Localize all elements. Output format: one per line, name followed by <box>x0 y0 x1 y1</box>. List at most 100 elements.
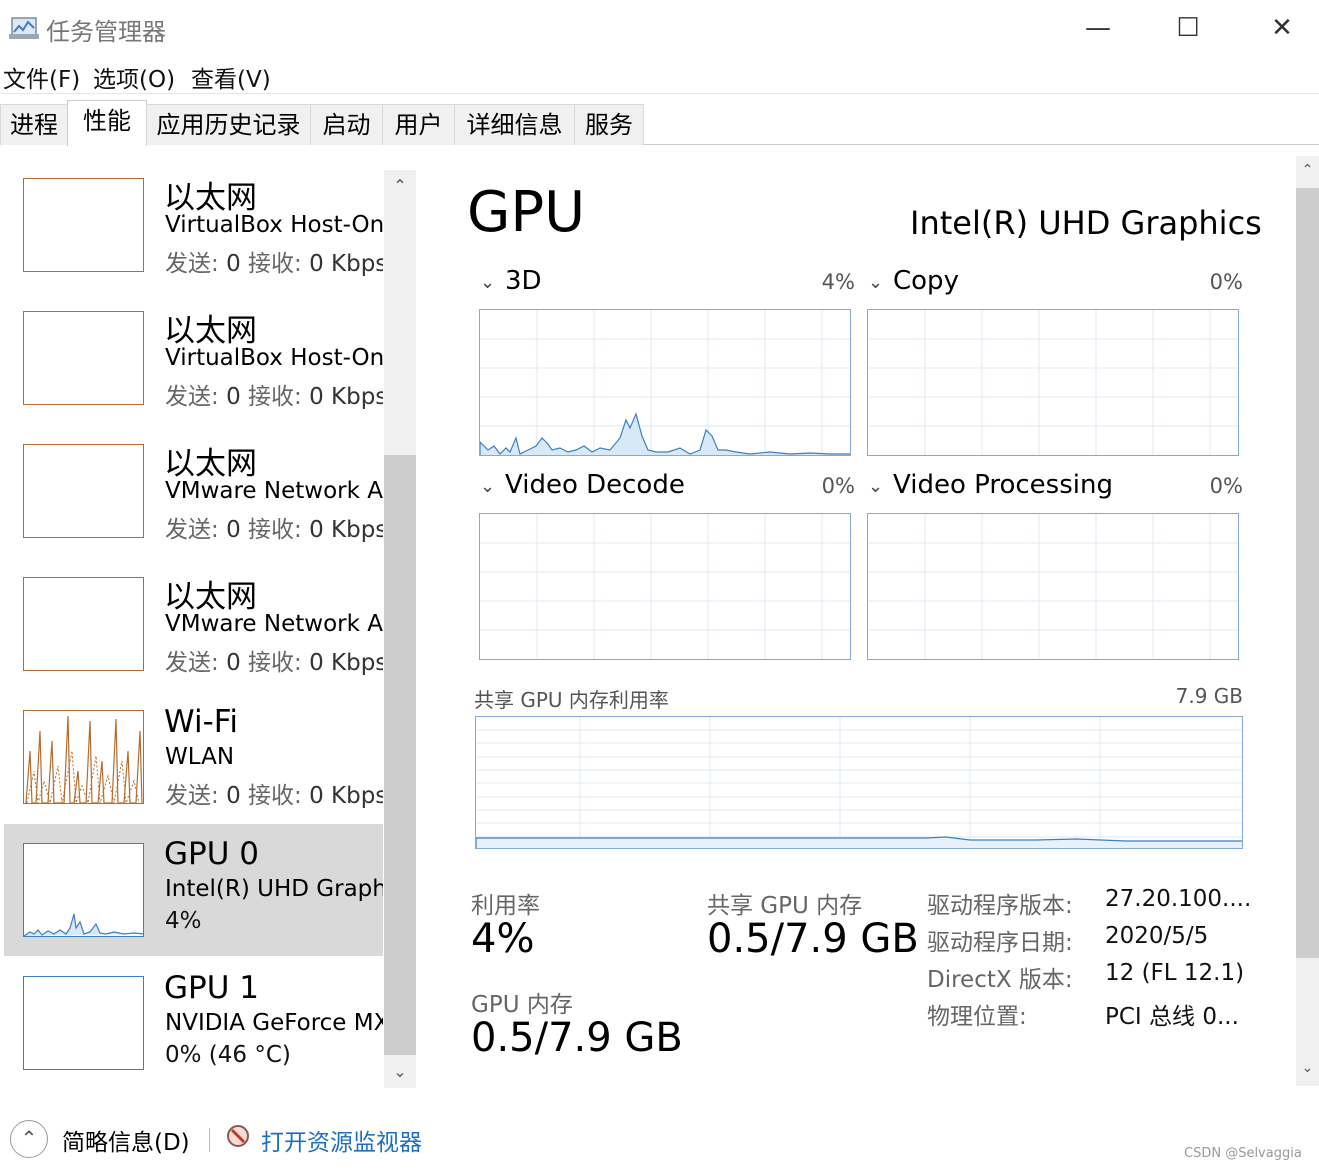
engine-video-decode-percent: 0% <box>821 474 855 498</box>
sidebar-item-stat: 发送: 0 接收: 0 Kbps <box>165 783 383 809</box>
engine-copy-graph <box>867 309 1239 456</box>
sidebar-item-sub: WLAN <box>165 744 235 770</box>
physical-location-value: PCI 总线 0... <box>1105 1004 1239 1030</box>
sidebar-item-name: GPU 0 <box>164 836 259 872</box>
engine-3d-graph <box>479 309 851 456</box>
scroll-down-icon[interactable]: ⌄ <box>384 1056 416 1088</box>
sidebar-item-name: 以太网 <box>164 180 257 216</box>
tab-details[interactable]: 详细信息 <box>454 104 575 145</box>
sidebar-item-name: GPU 1 <box>164 970 259 1006</box>
sidebar-item-ethernet-2[interactable]: 以太网 VirtualBox Host-Only 发送: 0 接收: 0 Kbp… <box>4 305 383 437</box>
scrollbar-thumb[interactable] <box>1296 188 1319 958</box>
driver-date-value: 2020/5/5 <box>1105 923 1209 949</box>
sidebar-item-stat: 发送: 0 接收: 0 Kbps <box>165 517 383 543</box>
gpu-memory-label: GPU 内存 <box>471 992 573 1018</box>
engine-video-processing-percent: 0% <box>1209 474 1243 498</box>
sidebar-item-ethernet-4[interactable]: 以太网 VMware Network Adapter 发送: 0 接收: 0 K… <box>4 571 383 703</box>
sidebar-item-stat: 发送: 0 接收: 0 Kbps <box>165 650 383 676</box>
shared-memory-graph-max: 7.9 GB <box>1175 684 1243 708</box>
open-resource-monitor-link[interactable]: 打开资源监视器 <box>261 1123 422 1157</box>
ethernet-thumbnail <box>23 311 144 405</box>
utilization-label: 利用率 <box>471 893 540 919</box>
engine-video-decode-graph <box>479 513 851 660</box>
utilization-value: 4% <box>471 916 535 962</box>
engine-3d-label: 3D <box>505 266 542 296</box>
scroll-up-icon[interactable]: ⌃ <box>1296 162 1319 186</box>
wifi-thumbnail <box>23 710 144 804</box>
detail-scrollbar[interactable]: ⌃ ⌄ <box>1296 156 1319 1086</box>
gpu-memory-value: 0.5/7.9 GB <box>471 1015 683 1061</box>
sidebar-item-stat: 发送: 0 接收: 0 Kbps <box>165 251 383 277</box>
sidebar-scrollbar[interactable]: ⌃ ⌄ <box>384 170 416 1088</box>
maximize-icon: ☐ <box>1176 13 1200 43</box>
engine-copy-percent: 0% <box>1209 270 1243 294</box>
sidebar-item-sub: VirtualBox Host-Only <box>165 345 383 371</box>
window-title: 任务管理器 <box>46 18 166 46</box>
chevron-down-icon[interactable]: ⌄ <box>480 476 495 497</box>
sidebar-item-name: Wi-Fi <box>164 704 238 740</box>
engine-copy-label: Copy <box>893 266 959 296</box>
physical-location-key: 物理位置: <box>927 1004 1027 1030</box>
sidebar-item-name: 以太网 <box>164 313 257 349</box>
directx-version-key: DirectX 版本: <box>927 967 1073 993</box>
collapse-chevron-icon[interactable]: ⌃ <box>10 1120 48 1158</box>
fewer-details-link[interactable]: 简略信息(D) <box>62 1123 190 1157</box>
title-bar: 任务管理器 — ☐ ✕ <box>0 0 1319 56</box>
gpu0-thumbnail <box>23 843 144 937</box>
driver-version-key: 驱动程序版本: <box>927 893 1073 919</box>
driver-version-value: 27.20.100.... <box>1105 886 1252 912</box>
footer-divider <box>209 1128 210 1152</box>
detail-title: GPU <box>467 180 586 245</box>
detail-device: Intel(R) UHD Graphics <box>910 204 1262 242</box>
sidebar-item-stat: 4% <box>165 908 202 934</box>
ethernet-thumbnail <box>23 577 144 671</box>
close-button[interactable]: ✕ <box>1262 10 1302 46</box>
sidebar-item-gpu1[interactable]: GPU 1 NVIDIA GeForce MX 0% (46 °C) <box>4 970 383 1102</box>
engine-video-processing-graph <box>867 513 1239 660</box>
minimize-icon: — <box>1085 13 1111 43</box>
chevron-down-icon[interactable]: ⌄ <box>480 272 495 293</box>
sidebar-item-sub: VirtualBox Host-Only <box>165 212 383 238</box>
task-manager-icon <box>9 17 39 39</box>
shared-memory-label: 共享 GPU 内存 <box>707 893 863 919</box>
sidebar-item-name: 以太网 <box>164 579 257 615</box>
sidebar-item-sub: NVIDIA GeForce MX <box>165 1010 383 1036</box>
tab-bar: 进程 性能 应用历史记录 启动 用户 详细信息 服务 <box>0 100 1319 146</box>
driver-date-key: 驱动程序日期: <box>927 930 1073 956</box>
ethernet-thumbnail <box>23 178 144 272</box>
gpu1-thumbnail <box>23 976 144 1070</box>
sidebar: 以太网 VirtualBox Host-Only 发送: 0 接收: 0 Kbp… <box>0 146 420 1096</box>
close-icon: ✕ <box>1271 13 1293 43</box>
sidebar-item-sub: Intel(R) UHD Graphics <box>165 876 383 902</box>
tab-startup[interactable]: 启动 <box>310 104 383 145</box>
tab-services[interactable]: 服务 <box>574 104 644 145</box>
scroll-up-icon[interactable]: ⌃ <box>384 170 416 202</box>
tab-processes[interactable]: 进程 <box>0 104 68 145</box>
sidebar-item-wifi[interactable]: Wi-Fi WLAN 发送: 0 接收: 0 Kbps <box>4 704 383 836</box>
menu-view[interactable]: 查看(V) <box>191 60 271 94</box>
tab-performance[interactable]: 性能 <box>67 100 147 146</box>
sidebar-item-ethernet-1[interactable]: 以太网 VirtualBox Host-Only 发送: 0 接收: 0 Kbp… <box>4 172 383 304</box>
resource-monitor-icon <box>227 1125 249 1147</box>
sidebar-item-gpu0[interactable]: GPU 0 Intel(R) UHD Graphics 4% <box>4 824 383 956</box>
sidebar-item-sub: VMware Network Adapter <box>165 478 383 504</box>
chevron-down-icon[interactable]: ⌄ <box>868 272 883 293</box>
scroll-down-icon[interactable]: ⌄ <box>1296 1060 1319 1084</box>
sidebar-item-stat: 0% (46 °C) <box>165 1042 291 1068</box>
tab-app-history[interactable]: 应用历史记录 <box>146 104 311 145</box>
maximize-button[interactable]: ☐ <box>1168 10 1208 46</box>
menu-options[interactable]: 选项(O) <box>93 60 175 94</box>
engine-3d-percent: 4% <box>821 270 855 294</box>
sidebar-item-ethernet-3[interactable]: 以太网 VMware Network Adapter 发送: 0 接收: 0 K… <box>4 438 383 570</box>
ethernet-thumbnail <box>23 444 144 538</box>
menu-file[interactable]: 文件(F) <box>3 60 80 94</box>
shared-memory-graph-label: 共享 GPU 内存利用率 <box>474 688 669 712</box>
tab-users[interactable]: 用户 <box>382 104 455 145</box>
scrollbar-thumb[interactable] <box>384 455 416 1055</box>
sidebar-item-stat: 发送: 0 接收: 0 Kbps <box>165 384 383 410</box>
chevron-down-icon[interactable]: ⌄ <box>868 476 883 497</box>
menu-divider <box>0 93 1319 94</box>
minimize-button[interactable]: — <box>1078 10 1118 46</box>
engine-video-decode-label: Video Decode <box>505 470 685 500</box>
shared-memory-value: 0.5/7.9 GB <box>707 916 919 962</box>
